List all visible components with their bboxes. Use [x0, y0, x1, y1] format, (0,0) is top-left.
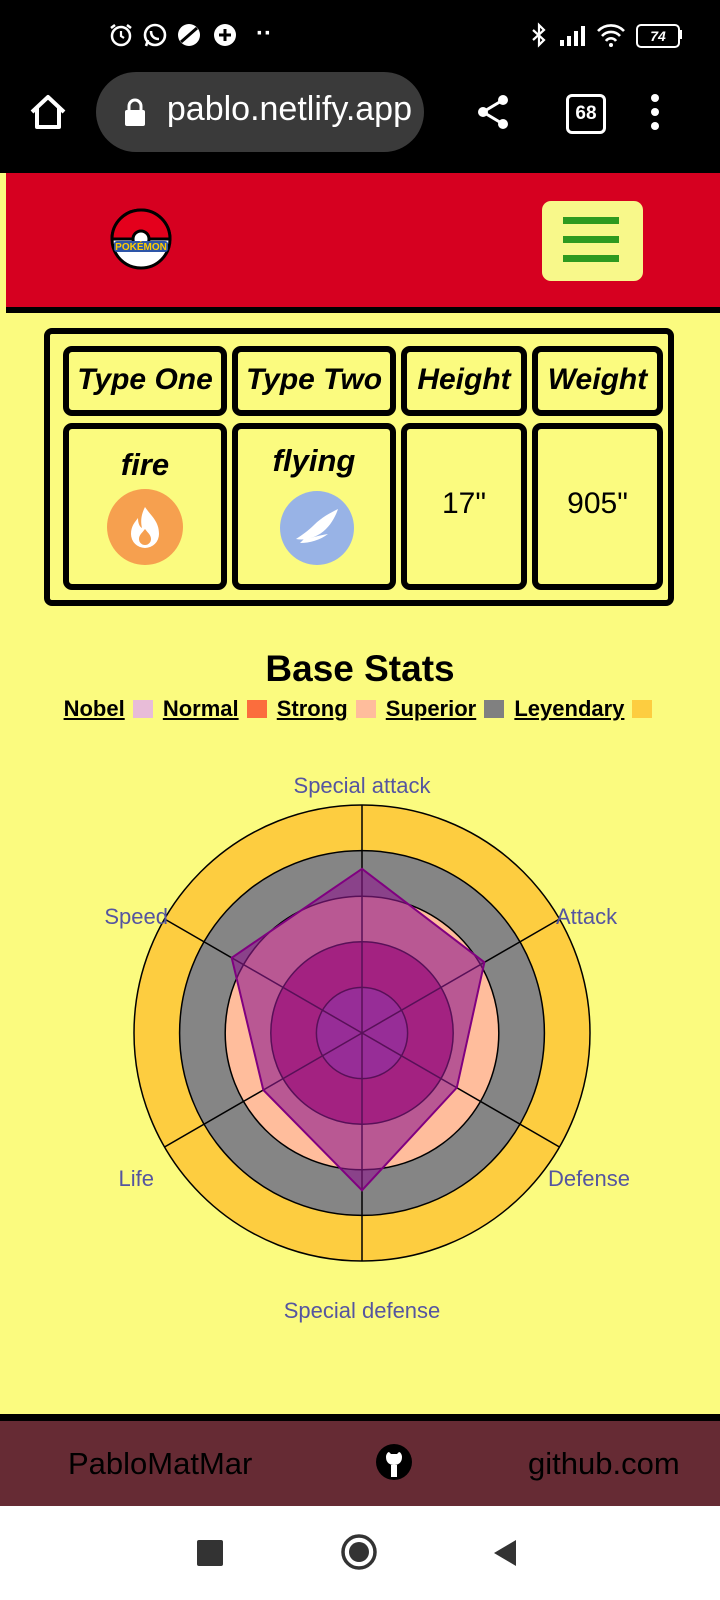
app-icon: [214, 24, 236, 46]
header-height: Height: [401, 346, 527, 416]
type-one-cell: fire: [63, 423, 227, 590]
legend-swatch: [484, 700, 505, 718]
axis-label-special-attack: Special attack: [294, 773, 432, 798]
recents-icon[interactable]: [197, 1540, 223, 1566]
axis-label-life: Life: [119, 1166, 154, 1191]
logo-text: POKÉMON: [115, 240, 167, 253]
legend-superior: Superior: [385, 696, 477, 721]
wifi-icon: [597, 24, 625, 47]
more-vert-icon[interactable]: [648, 92, 662, 132]
stats-title: Base Stats: [265, 648, 455, 689]
app-icon: [178, 24, 200, 46]
more-dots-icon: ··: [256, 20, 272, 47]
battery-icon: 74: [636, 24, 680, 48]
legend-normal: Normal: [162, 696, 239, 721]
weight-value: 905": [532, 423, 663, 590]
legend-swatch: [132, 700, 153, 718]
header-weight: Weight: [532, 346, 663, 416]
axis-label-speed: Speed: [104, 904, 168, 929]
flying-type-icon: [280, 491, 354, 565]
axis-label-attack: Attack: [556, 904, 618, 929]
alarm-icon: [110, 24, 132, 47]
type-two-name: flying: [272, 443, 356, 478]
legend-leyendary: Leyendary: [514, 696, 625, 721]
stats-legend: Nobel Normal Strong Superior Leyendary: [0, 696, 720, 722]
whatsapp-icon: [143, 23, 167, 47]
axis-label-special-defense: Special defense: [284, 1298, 441, 1323]
legend-swatch: [632, 700, 653, 718]
github-icon[interactable]: [375, 1443, 413, 1481]
type-one-name: fire: [120, 447, 170, 482]
lock-icon: [125, 98, 145, 126]
home-icon[interactable]: [28, 92, 68, 132]
tabs-icon[interactable]: 68: [566, 94, 606, 134]
legend-swatch: [246, 700, 267, 718]
pokeball-icon[interactable]: POKÉMON: [110, 208, 172, 270]
menu-button[interactable]: [542, 201, 643, 281]
axis-label-defense: Defense: [548, 1166, 630, 1191]
legend-swatch: [355, 700, 376, 718]
header-type-one: Type One: [63, 346, 227, 416]
signal-icon: [560, 26, 585, 46]
fire-type-icon: [107, 489, 183, 565]
legend-strong: Strong: [276, 696, 348, 721]
url-text[interactable]: pablo.netlify.app: [150, 90, 412, 134]
share-icon[interactable]: [474, 92, 512, 132]
type-two-cell: flying: [232, 423, 396, 590]
status-time: 13:11: [42, 20, 100, 46]
radar-chart: Special attack Attack Defense Special de…: [104, 773, 630, 1323]
footer-github-link[interactable]: github.com: [528, 1446, 680, 1482]
footer-author: PabloMatMar: [68, 1446, 253, 1481]
back-icon[interactable]: [492, 1538, 518, 1568]
battery-tip: [679, 30, 682, 39]
height-value: 17": [401, 423, 527, 590]
header-type-two: Type Two: [232, 346, 396, 416]
home-nav-icon[interactable]: [340, 1533, 378, 1571]
bluetooth-icon: [532, 22, 546, 48]
legend-nobel: Nobel: [63, 696, 125, 721]
